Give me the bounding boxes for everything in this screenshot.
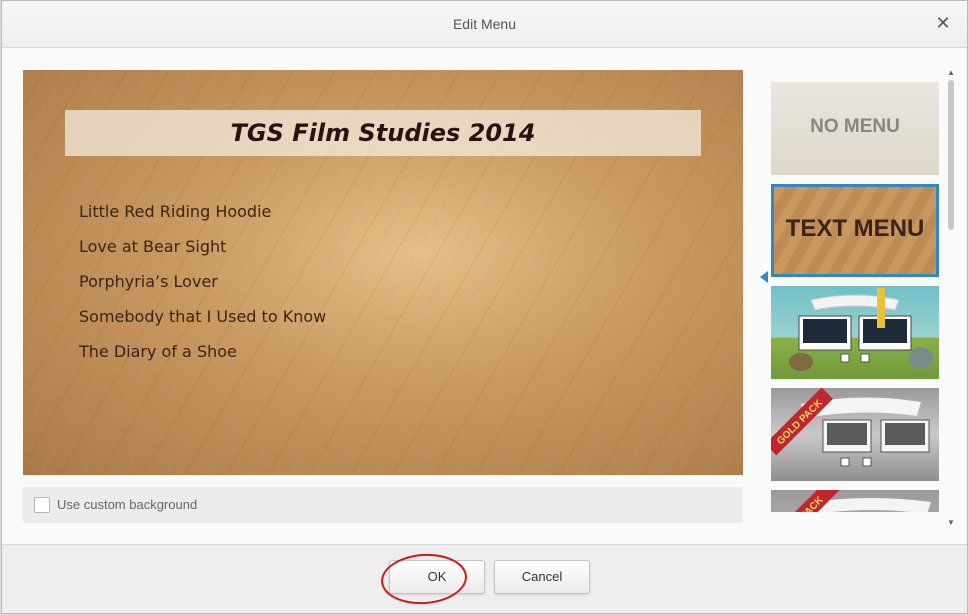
scroll-down-icon[interactable]: ▼ bbox=[946, 518, 956, 528]
preview-menu-item[interactable]: The Diary of a Shoe bbox=[79, 340, 326, 375]
thumb-text-menu-label: TEXT MENU bbox=[785, 215, 925, 242]
menu-template-list: NO MENU TEXT MENU GOLD PACK PACK bbox=[770, 82, 940, 512]
gold-pack-ribbon: GOLD PACK bbox=[775, 397, 825, 447]
preview-menu-item[interactable]: Little Red Riding Hoodie bbox=[79, 200, 326, 235]
thumb-no-menu[interactable]: NO MENU bbox=[771, 82, 939, 175]
close-icon[interactable]: ✕ bbox=[933, 13, 953, 33]
thumb-text-menu[interactable]: TEXT MENU bbox=[771, 184, 939, 277]
pack-preview: PACK bbox=[777, 490, 931, 512]
template-scrollbar[interactable]: ▲ ▼ bbox=[946, 68, 956, 528]
preview-menu-item[interactable]: Porphyria’s Lover bbox=[79, 270, 326, 305]
thumb-gold-pack-theme[interactable]: GOLD PACK bbox=[771, 388, 939, 481]
scroll-thumb[interactable] bbox=[948, 80, 954, 230]
menu-preview: TGS Film Studies 2014 Little Red Riding … bbox=[23, 70, 743, 475]
preview-menu-item[interactable]: Somebody that I Used to Know bbox=[79, 305, 326, 340]
preview-menu-item[interactable]: Love at Bear Sight bbox=[79, 235, 326, 270]
gold-pack-preview: GOLD PACK bbox=[771, 388, 930, 467]
dialog-title: Edit Menu bbox=[452, 16, 517, 32]
title-bar: Edit Menu ✕ bbox=[2, 1, 967, 48]
custom-background-label: Use custom background bbox=[57, 497, 198, 512]
edit-menu-dialog: Edit Menu ✕ TGS Film Studies 2014 Little… bbox=[1, 0, 968, 614]
cartoon-theme-preview bbox=[789, 288, 933, 371]
preview-menu-list: Little Red Riding Hoodie Love at Bear Si… bbox=[79, 200, 326, 375]
thumb-no-menu-label: NO MENU bbox=[810, 116, 900, 137]
thumb-pack-theme[interactable]: PACK bbox=[771, 490, 939, 512]
selected-indicator-icon bbox=[760, 271, 768, 283]
custom-background-checkbox[interactable] bbox=[34, 497, 50, 513]
thumb-cartoon-theme[interactable] bbox=[771, 286, 939, 379]
preview-title-banner: TGS Film Studies 2014 bbox=[65, 110, 701, 156]
cancel-button[interactable]: Cancel bbox=[494, 560, 590, 594]
scroll-up-icon[interactable]: ▲ bbox=[946, 68, 956, 78]
background-options: Use custom background bbox=[23, 487, 743, 523]
preview-title: TGS Film Studies 2014 bbox=[230, 119, 536, 147]
dialog-body: TGS Film Studies 2014 Little Red Riding … bbox=[2, 48, 967, 544]
dialog-footer: OK Cancel bbox=[2, 544, 967, 613]
